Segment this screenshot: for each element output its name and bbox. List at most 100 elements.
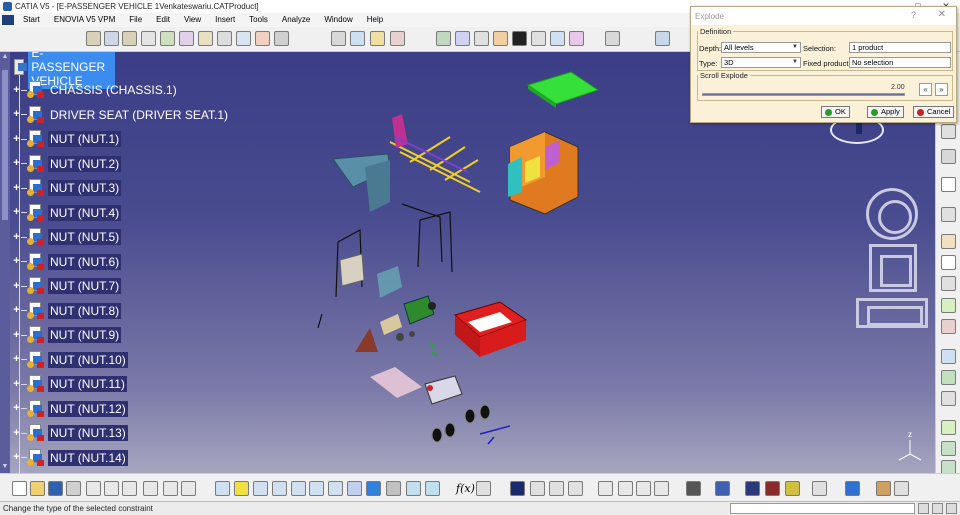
- tree-node-label[interactable]: NUT (NUT.1): [48, 131, 122, 147]
- tree-node-label[interactable]: CHASSIS (CHASSIS.1): [48, 82, 179, 98]
- dialog-close-button[interactable]: ✕: [938, 9, 946, 20]
- enhanced-scene-icon[interactable]: [941, 441, 956, 456]
- expand-plus-icon[interactable]: +: [12, 452, 21, 463]
- analysis-icon[interactable]: [765, 481, 780, 496]
- menu-tools[interactable]: Tools: [242, 13, 275, 27]
- explode-icon[interactable]: [370, 31, 385, 46]
- fixed-product-field[interactable]: No selection: [849, 57, 951, 68]
- apply-button[interactable]: Apply: [867, 106, 904, 118]
- camera-icon[interactable]: [686, 481, 701, 496]
- tree-node-label[interactable]: NUT (NUT.11): [48, 376, 127, 392]
- pan-icon[interactable]: [253, 481, 268, 496]
- expand-plus-icon[interactable]: +: [12, 182, 21, 193]
- expand-plus-icon[interactable]: +: [12, 427, 21, 438]
- tree-node[interactable]: + NUT (NUT.7): [12, 276, 122, 296]
- menu-help[interactable]: Help: [360, 13, 390, 27]
- tree-root[interactable]: E- PASSENGER VEHICLE: [14, 52, 115, 89]
- tree-node-label[interactable]: NUT (NUT.14): [48, 449, 128, 466]
- multi-view-icon[interactable]: [347, 481, 362, 496]
- group-icon[interactable]: [598, 481, 613, 496]
- tree-node[interactable]: + NUT (NUT.1): [12, 129, 122, 149]
- tree-node-label[interactable]: NUT (NUT.13): [48, 425, 128, 441]
- render-icon[interactable]: [876, 481, 891, 496]
- text-icon[interactable]: [941, 255, 956, 270]
- expand-plus-icon[interactable]: +: [12, 305, 21, 316]
- coincidence-constraint-icon[interactable]: [436, 31, 451, 46]
- menu-start[interactable]: Start: [16, 13, 47, 27]
- open-icon[interactable]: [30, 481, 45, 496]
- redo-icon[interactable]: [163, 481, 178, 496]
- select-trap-icon[interactable]: [941, 207, 956, 222]
- expand-plus-icon[interactable]: +: [12, 84, 21, 95]
- reorder-icon[interactable]: [274, 31, 289, 46]
- menu-insert[interactable]: Insert: [208, 13, 242, 27]
- cut-icon[interactable]: [86, 481, 101, 496]
- tree-node[interactable]: + NUT (NUT.3): [12, 178, 122, 198]
- tree-node-label[interactable]: NUT (NUT.7): [48, 278, 122, 294]
- whats-this-icon[interactable]: [181, 481, 196, 496]
- dialog-title-bar[interactable]: Explode ? ✕: [691, 7, 956, 25]
- tree-node-label[interactable]: NUT (NUT.2): [48, 155, 122, 172]
- multi-instantiation-icon[interactable]: [236, 31, 251, 46]
- catalog-icon[interactable]: [654, 481, 669, 496]
- scroll-explode-slider[interactable]: [702, 93, 905, 96]
- tree-node-label[interactable]: DRIVER SEAT (DRIVER SEAT.1): [48, 107, 230, 123]
- update-icon[interactable]: [941, 124, 956, 139]
- swap-visible-space-icon[interactable]: [425, 481, 440, 496]
- ok-button[interactable]: OK: [821, 106, 850, 118]
- expand-plus-icon[interactable]: +: [12, 158, 21, 169]
- stop-manipulate-icon[interactable]: [390, 31, 405, 46]
- tree-node[interactable]: + NUT (NUT.5): [12, 227, 122, 247]
- tree-node[interactable]: + NUT (NUT.8): [12, 301, 122, 321]
- tree-node-label[interactable]: NUT (NUT.10): [48, 351, 128, 368]
- law-icon[interactable]: [568, 481, 583, 496]
- flexible-subassembly-icon[interactable]: [569, 31, 584, 46]
- move-icon[interactable]: [715, 481, 730, 496]
- component-icon[interactable]: [104, 31, 119, 46]
- options-icon[interactable]: [894, 481, 909, 496]
- part-icon[interactable]: [122, 31, 137, 46]
- bill-of-material-icon[interactable]: [785, 481, 800, 496]
- tree-node[interactable]: + NUT (NUT.10): [12, 350, 128, 370]
- start-logo-icon[interactable]: [2, 15, 14, 25]
- tree-node[interactable]: + NUT (NUT.14): [12, 448, 128, 468]
- annotation-icon[interactable]: [941, 234, 956, 249]
- cancel-button[interactable]: Cancel: [913, 106, 955, 118]
- fix-together-icon[interactable]: [531, 31, 546, 46]
- normal-view-icon[interactable]: [328, 481, 343, 496]
- fast-multi-instantiation-icon[interactable]: [255, 31, 270, 46]
- ungroup-icon[interactable]: [618, 481, 633, 496]
- tree-node-label[interactable]: NUT (NUT.4): [48, 204, 122, 221]
- tree-node[interactable]: + NUT (NUT.2): [12, 154, 122, 174]
- contact-constraint-icon[interactable]: [455, 31, 470, 46]
- knowledge-icon[interactable]: [476, 481, 491, 496]
- tree-node[interactable]: + NUT (NUT.11): [12, 374, 127, 394]
- tree-node[interactable]: + NUT (NUT.6): [12, 252, 122, 272]
- positioning-icon[interactable]: [160, 31, 175, 46]
- save-icon[interactable]: [48, 481, 63, 496]
- parameters-icon[interactable]: [530, 481, 545, 496]
- design-table-icon[interactable]: [549, 481, 564, 496]
- angle-constraint-icon[interactable]: [493, 31, 508, 46]
- expand-plus-icon[interactable]: +: [12, 329, 21, 340]
- status-button-1-icon[interactable]: [918, 503, 929, 514]
- paste-icon[interactable]: [122, 481, 137, 496]
- replace-component-icon[interactable]: [179, 31, 194, 46]
- snap-to-icon[interactable]: [745, 481, 760, 496]
- fit-all-icon[interactable]: [234, 481, 249, 496]
- tree-node-label[interactable]: NUT (NUT.9): [48, 327, 122, 343]
- zoom-out-icon[interactable]: [309, 481, 324, 496]
- measure-between-icon[interactable]: [941, 298, 956, 313]
- undo-icon[interactable]: [143, 481, 158, 496]
- tree-node-label[interactable]: NUT (NUT.5): [48, 229, 122, 245]
- expand-plus-icon[interactable]: +: [12, 207, 21, 218]
- manipulation-icon[interactable]: [331, 31, 346, 46]
- expand-plus-icon[interactable]: +: [12, 378, 21, 389]
- print-icon[interactable]: [66, 481, 81, 496]
- fix-component-icon[interactable]: [512, 31, 527, 46]
- select-icon[interactable]: [941, 149, 956, 164]
- selection-field[interactable]: 1 product: [849, 42, 951, 53]
- tree-node[interactable]: + CHASSIS (CHASSIS.1): [12, 80, 179, 100]
- status-button-2-icon[interactable]: [932, 503, 943, 514]
- menu-analyze[interactable]: Analyze: [275, 13, 317, 27]
